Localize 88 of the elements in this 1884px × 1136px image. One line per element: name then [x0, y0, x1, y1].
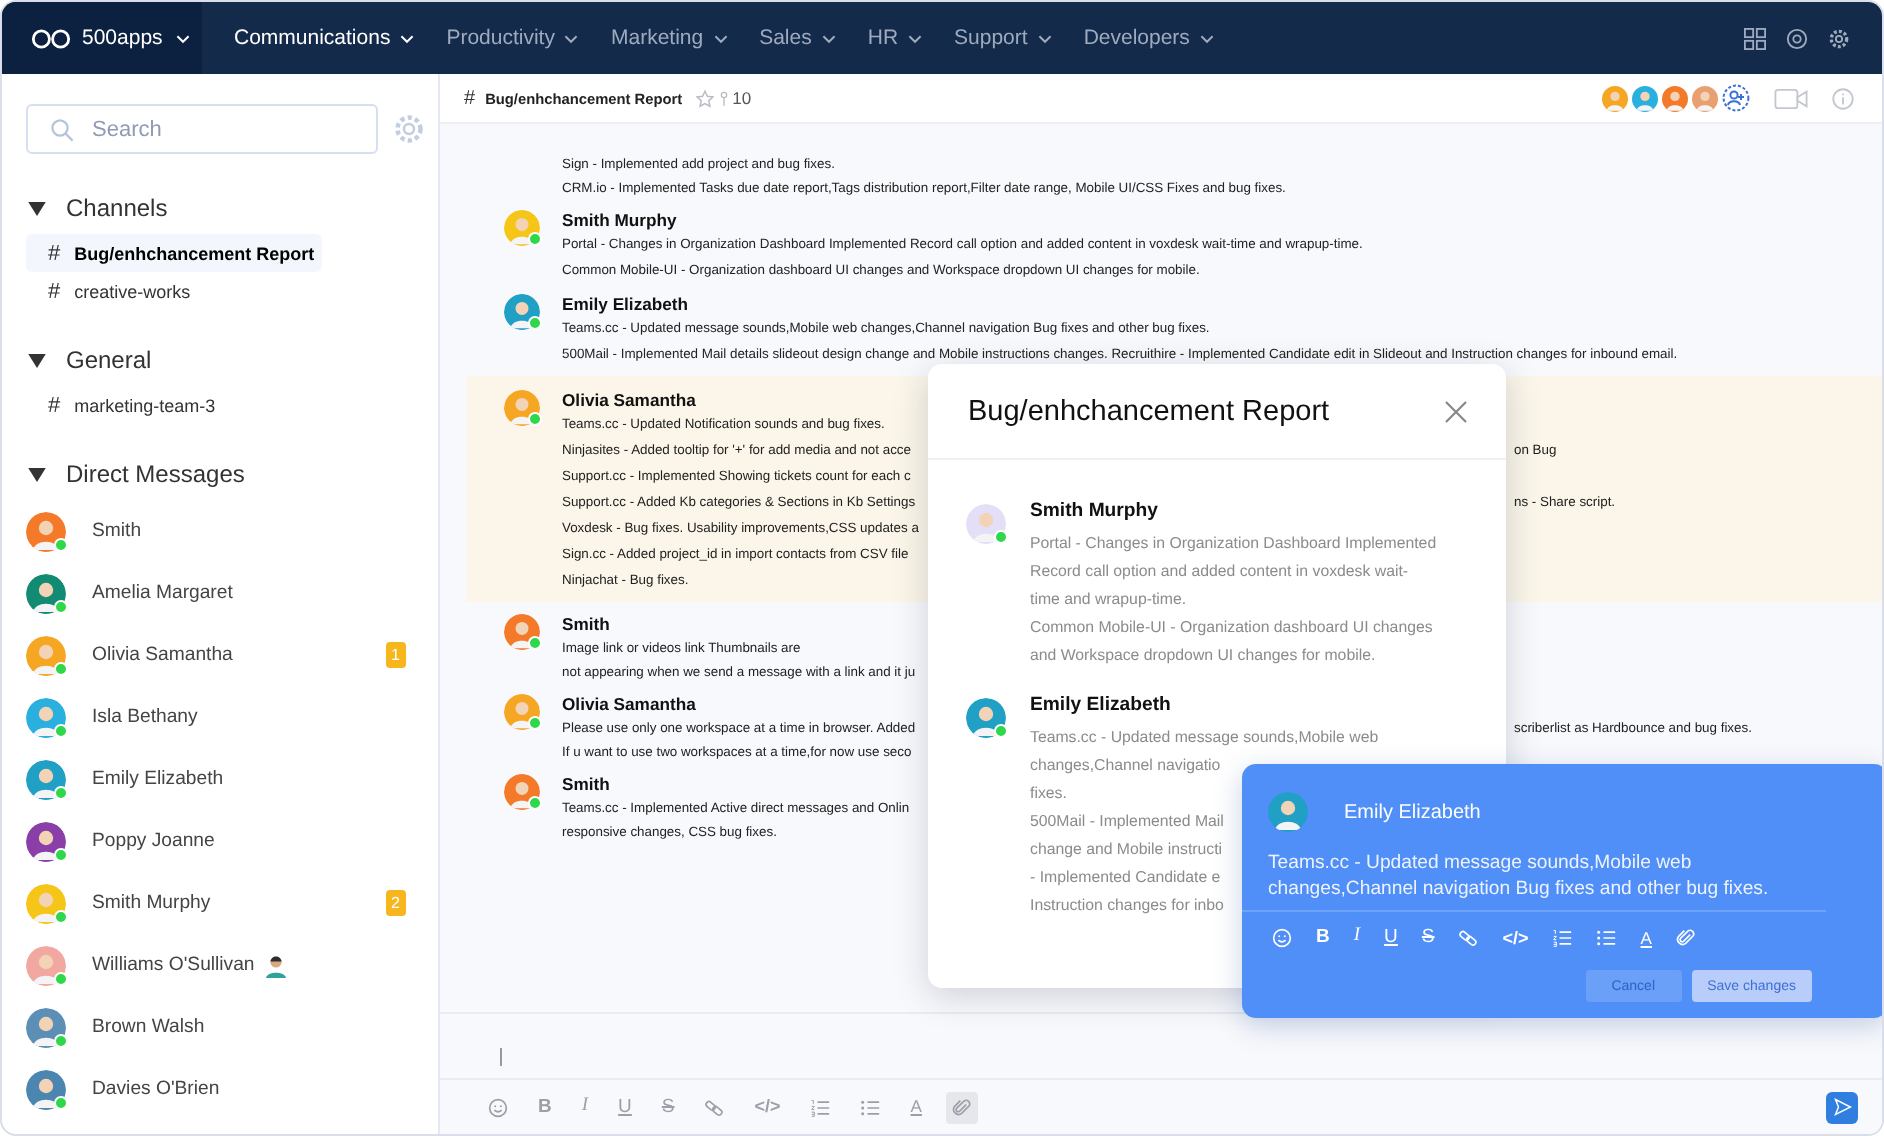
channel-hash: #: [464, 87, 476, 109]
caret-down-icon: [28, 353, 46, 367]
author-name: Smith: [562, 611, 610, 636]
member-avatar[interactable]: [1662, 85, 1688, 111]
unread-badge: 2: [385, 890, 406, 916]
contact-name[interactable]: Williams O'Sullivan: [92, 954, 255, 976]
numbered-list-icon: [810, 1097, 831, 1117]
channel-hash: #: [48, 241, 61, 265]
pin-icon[interactable]: [720, 89, 729, 107]
author-name: Emily Elizabeth: [1344, 801, 1481, 823]
star-icon[interactable]: [696, 89, 715, 107]
chevron-down-icon: [1037, 33, 1052, 43]
chevron-down-icon: [400, 33, 415, 43]
contact-name[interactable]: Smith Murphy: [92, 892, 211, 914]
author-name: Smith Murphy: [1030, 500, 1160, 526]
pin-count: 10: [732, 88, 752, 108]
info-icon[interactable]: [1832, 87, 1854, 109]
author-name: Emily Elizabeth: [1030, 694, 1173, 720]
nav-menu[interactable]: Support: [938, 2, 1068, 74]
nav-menu[interactable]: Productivity: [430, 2, 595, 74]
text-color-button[interactable]: A: [1634, 923, 1658, 953]
channel-item[interactable]: # creative-works: [26, 272, 191, 310]
apps-grid-icon[interactable]: [1744, 27, 1766, 49]
chevron-down-icon: [1199, 33, 1214, 43]
settings-icon[interactable]: [1828, 27, 1850, 49]
chevron-down-icon: [821, 33, 836, 43]
send-button[interactable]: [1826, 1091, 1858, 1123]
logo-icon: [30, 27, 72, 49]
bold-button[interactable]: B: [1310, 922, 1336, 954]
paperclip-icon: [1675, 928, 1696, 948]
paperclip-icon: [951, 1097, 972, 1117]
contact-name[interactable]: Smith: [92, 520, 142, 542]
member-avatar[interactable]: [1632, 85, 1658, 111]
logo-text: 500apps: [82, 26, 163, 50]
nav-menu[interactable]: Communications: [218, 2, 431, 74]
attach-button[interactable]: [945, 1091, 978, 1123]
italic-button[interactable]: I: [1347, 922, 1367, 954]
numbered-list-icon: [1552, 928, 1573, 948]
contact-name[interactable]: Davies O'Brien: [92, 1078, 220, 1100]
nav-menu[interactable]: HR: [851, 2, 939, 74]
unread-badge: 1: [385, 642, 406, 668]
author-name: Emily Elizabeth: [562, 291, 689, 316]
contact-name[interactable]: Amelia Margaret: [92, 582, 233, 604]
chevron-down-icon: [564, 33, 579, 43]
section-header[interactable]: General: [26, 334, 152, 386]
contact-name[interactable]: Poppy Joanne: [92, 830, 215, 852]
close-icon[interactable]: [1444, 399, 1468, 423]
author-name: Olivia Samantha: [562, 691, 696, 716]
video-call-icon[interactable]: [1774, 87, 1808, 109]
contact-name[interactable]: Emily Elizabeth: [92, 768, 224, 790]
author-name: Smith Murphy: [562, 207, 677, 232]
chevron-down-icon: [908, 33, 923, 43]
search-icon: [50, 117, 74, 141]
send-icon: [1833, 1098, 1851, 1116]
code-button[interactable]: </>: [1496, 923, 1535, 953]
chevron-down-icon: [176, 33, 191, 43]
nav-menu[interactable]: Sales: [743, 2, 852, 74]
nav-menu[interactable]: Marketing: [594, 2, 744, 74]
caret-down-icon: [28, 467, 46, 481]
add-member-icon[interactable]: [1722, 84, 1750, 112]
emoji-icon: [1272, 928, 1292, 948]
dialog-title: Bug/enhchancement Report: [968, 395, 1330, 427]
member-avatar[interactable]: [1602, 85, 1628, 111]
nav-menu[interactable]: Developers: [1067, 2, 1230, 74]
caret-down-icon: [28, 201, 46, 215]
search-input[interactable]: Search: [92, 106, 376, 152]
section-header[interactable]: Direct Messages: [26, 448, 245, 500]
emoji-icon: [488, 1097, 508, 1117]
search-field[interactable]: Search: [26, 104, 378, 154]
section-header[interactable]: Channels: [26, 182, 168, 234]
channel-hash: #: [48, 279, 61, 303]
bullet-list-icon: [1596, 928, 1617, 948]
author-name: Olivia Samantha: [562, 387, 696, 412]
link-icon: [1458, 928, 1479, 948]
app-switcher[interactable]: 500apps: [2, 2, 202, 74]
channel-item[interactable]: # Bug/enhchancement Report: [26, 234, 323, 272]
bullet-list-icon: [860, 1097, 881, 1117]
strike-button[interactable]: S: [1415, 922, 1441, 954]
contact-name[interactable]: Brown Walsh: [92, 1016, 205, 1038]
chevron-down-icon: [713, 33, 728, 43]
contact-name[interactable]: Olivia Samantha: [92, 644, 233, 666]
link-icon: [704, 1097, 725, 1117]
author-name: Smith: [562, 771, 610, 796]
channel-hash: #: [48, 393, 61, 417]
contact-name[interactable]: Isla Bethany: [92, 706, 198, 728]
member-avatar[interactable]: [1692, 85, 1718, 111]
channel-item[interactable]: # marketing-team-3: [26, 386, 216, 424]
underline-button[interactable]: U: [1378, 922, 1404, 954]
